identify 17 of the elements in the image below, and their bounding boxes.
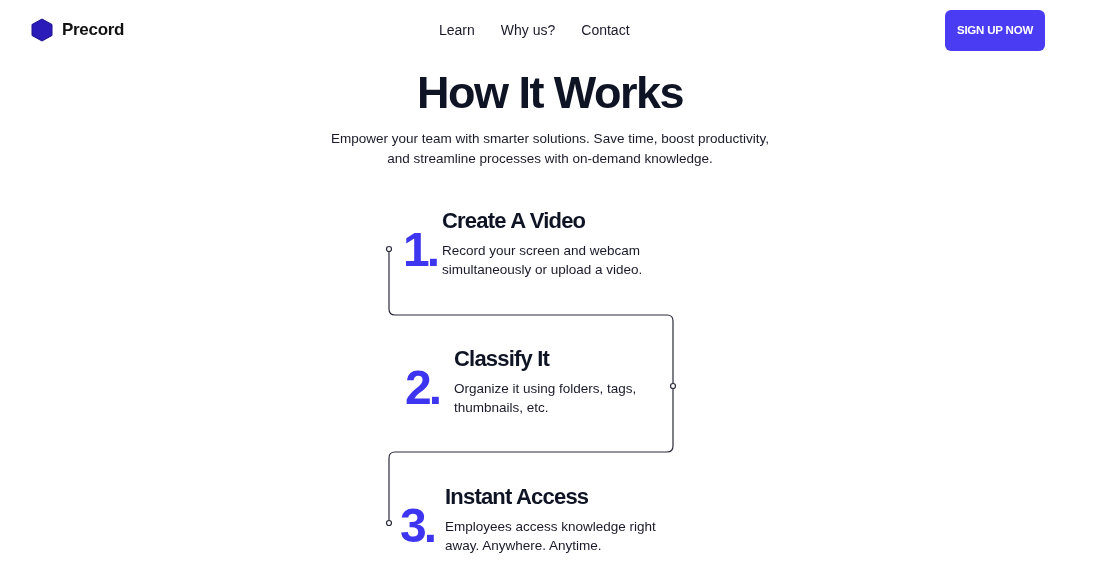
step-description: Organize it using folders, tags, thumbnails, etc. <box>454 380 638 417</box>
step-title: Instant Access <box>445 483 590 511</box>
step-description: Record your screen and webcam simultaneously or upload a video. <box>442 242 644 279</box>
step-description: Employees access knowledge right away. Anywhere. Anytime. <box>445 518 657 555</box>
step-title: Create A Video <box>442 207 587 235</box>
nav-link[interactable]: Learn <box>439 22 475 38</box>
page-title: How It Works <box>416 66 684 120</box>
step-title: Classify It <box>454 345 551 373</box>
page-subtitle: Empower your team with smarter solutions. Save time, boost productivity, and streamline processes with on-demand knowledge. <box>330 130 770 168</box>
nav-link[interactable]: Why us? <box>500 22 556 38</box>
brand-name: Precord <box>62 20 125 40</box>
step-number: 3. <box>400 501 436 551</box>
nav-link[interactable]: Contact <box>581 22 630 38</box>
step-number: 1. <box>403 225 439 275</box>
hexagon-logo-icon <box>31 18 53 42</box>
sign-up-button[interactable]: SIGN UP NOW <box>945 9 1045 51</box>
step-number: 2. <box>405 363 441 413</box>
